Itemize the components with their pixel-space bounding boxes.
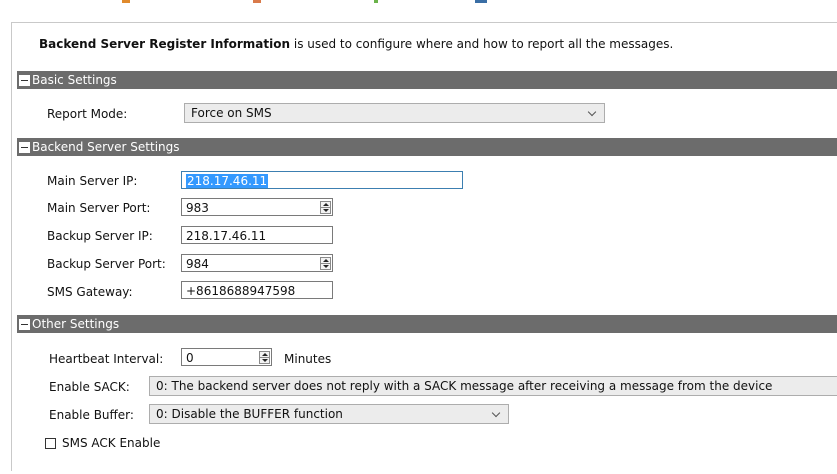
report-mode-value: Force on SMS — [191, 106, 272, 120]
section-title-basic: Basic Settings — [32, 73, 117, 87]
main-server-ip-label: Main Server IP: — [47, 174, 138, 188]
intro-description: is used to configure where and how to re… — [290, 37, 674, 51]
spin-arrows-icon[interactable] — [320, 201, 331, 214]
main-server-ip-input[interactable]: 218.17.46.11 — [181, 171, 463, 189]
chevron-down-icon — [491, 408, 501, 418]
heartbeat-interval-value: 0 — [186, 351, 194, 365]
backup-server-ip-label: Backup Server IP: — [47, 229, 153, 243]
section-header-backend[interactable]: Backend Server Settings — [17, 138, 837, 156]
enable-sack-value: 0: The backend server does not reply wit… — [156, 379, 773, 393]
backup-server-ip-value: 218.17.46.11 — [186, 229, 267, 243]
toolbar-icon-fragment — [253, 0, 261, 3]
section-title-backend: Backend Server Settings — [32, 140, 180, 154]
heartbeat-interval-stepper[interactable]: 0 — [181, 348, 272, 366]
main-server-port-label: Main Server Port: — [47, 201, 151, 215]
report-mode-label: Report Mode: — [47, 107, 128, 121]
spin-arrows-icon[interactable] — [259, 351, 270, 364]
backup-server-ip-input[interactable]: 218.17.46.11 — [181, 226, 333, 244]
section-header-basic[interactable]: Basic Settings — [17, 71, 837, 89]
section-title-other: Other Settings — [32, 317, 120, 331]
sms-ack-checkbox[interactable] — [45, 438, 56, 449]
collapse-icon[interactable] — [19, 319, 30, 330]
chevron-down-icon — [587, 107, 597, 117]
sms-ack-label[interactable]: SMS ACK Enable — [62, 436, 160, 450]
toolbar-remnant — [0, 0, 837, 14]
enable-sack-label: Enable SACK: — [49, 380, 130, 394]
toolbar-icon-fragment — [475, 0, 487, 3]
toolbar-icon-fragment — [374, 0, 378, 3]
enable-buffer-select[interactable]: 0: Disable the BUFFER function — [149, 404, 509, 424]
main-server-ip-value: 218.17.46.11 — [186, 174, 269, 188]
main-server-port-stepper[interactable]: 983 — [181, 198, 333, 216]
sms-gateway-value: +8618688947598 — [186, 284, 296, 298]
intro-title: Backend Server Register Information — [39, 37, 291, 51]
backup-server-port-label: Backup Server Port: — [47, 257, 166, 271]
main-server-port-value: 983 — [186, 201, 209, 215]
section-header-other[interactable]: Other Settings — [17, 315, 837, 333]
settings-panel: Backend Server Register Information is u… — [11, 22, 837, 471]
sms-gateway-input[interactable]: +8618688947598 — [181, 281, 333, 299]
backup-server-port-stepper[interactable]: 984 — [181, 254, 333, 272]
enable-sack-select[interactable]: 0: The backend server does not reply wit… — [149, 376, 837, 396]
backup-server-port-value: 984 — [186, 257, 209, 271]
sms-gateway-label: SMS Gateway: — [47, 285, 133, 299]
heartbeat-interval-label: Heartbeat Interval: — [49, 352, 164, 366]
intro-text: Backend Server Register Information is u… — [39, 37, 673, 51]
collapse-icon[interactable] — [19, 75, 30, 86]
collapse-icon[interactable] — [19, 142, 30, 153]
toolbar-icon-fragment — [122, 0, 130, 3]
enable-buffer-value: 0: Disable the BUFFER function — [156, 407, 343, 421]
enable-buffer-label: Enable Buffer: — [49, 408, 134, 422]
heartbeat-unit-label: Minutes — [284, 352, 332, 366]
spin-arrows-icon[interactable] — [320, 257, 331, 270]
report-mode-select[interactable]: Force on SMS — [184, 103, 605, 123]
